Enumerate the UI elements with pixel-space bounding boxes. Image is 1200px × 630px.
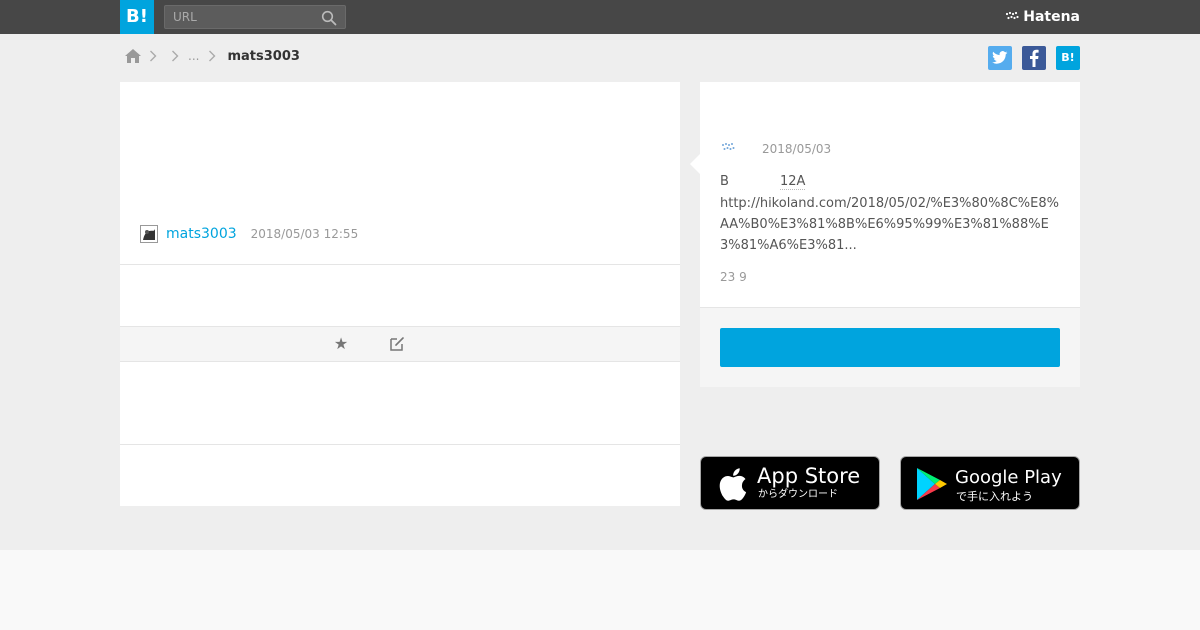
hatena-icon (1006, 11, 1019, 20)
site-favicon-icon (722, 143, 735, 150)
breadcrumb: ... mats3003 (124, 46, 300, 66)
app-store-badge[interactable]: App Store からダウンロード (700, 456, 880, 510)
bookmark-card: mats3003 2018/05/03 12:55 ★ (120, 82, 680, 506)
brand-label: Hatena (1023, 9, 1080, 25)
app-store-subtitle: からダウンロード (758, 489, 838, 500)
top-bar: B! Hatena (0, 0, 1200, 34)
entry-card-footer (700, 307, 1080, 387)
facebook-share-button[interactable] (1022, 46, 1046, 70)
edit-icon[interactable] (388, 335, 406, 353)
google-play-icon (917, 468, 947, 500)
entry-date: 2018/05/03 (762, 142, 832, 156)
bookmark-action-bar: ★ (120, 326, 680, 362)
bookmark-username-link[interactable]: mats3003 (166, 226, 237, 242)
avatar[interactable] (140, 225, 158, 243)
entry-title-prefix: B (720, 174, 729, 189)
entry-title-count[interactable]: 12A (780, 174, 806, 190)
card-pointer (690, 154, 700, 174)
chevron-right-icon (142, 46, 164, 66)
entry-title-link[interactable]: B 12A (720, 172, 1060, 192)
entry-card: 2018/05/03 B 12A http://hikoland.com/2018… (690, 82, 1080, 387)
search-box (164, 5, 346, 29)
google-play-badge[interactable]: Google Play で手に入れよう (900, 456, 1080, 510)
home-icon[interactable] (124, 47, 142, 65)
chevron-right-icon (201, 46, 223, 66)
chevron-right-icon (164, 46, 186, 66)
facebook-icon (1030, 49, 1039, 67)
breadcrumb-ellipsis[interactable]: ... (186, 49, 201, 63)
apple-icon (719, 468, 747, 501)
hatena-brand-link[interactable]: Hatena (1005, 7, 1080, 27)
breadcrumb-current: mats3003 (227, 48, 300, 64)
hatena-bookmark-logo[interactable]: B! (120, 0, 154, 34)
star-icon[interactable]: ★ (332, 335, 350, 353)
search-icon[interactable] (321, 10, 337, 26)
hatena-bookmark-share-button[interactable]: B! (1056, 46, 1080, 70)
google-play-title: Google Play (955, 467, 1062, 488)
entry-bookmark-count[interactable]: 23 9 (720, 269, 747, 285)
entry-url-link[interactable]: http://hikoland.com/2018/05/02/%E3%80%8C… (720, 193, 1060, 256)
app-store-title: App Store (757, 464, 861, 488)
search-input[interactable] (165, 6, 315, 28)
bookmark-timestamp[interactable]: 2018/05/03 12:55 (251, 227, 359, 241)
google-play-subtitle: で手に入れよう (956, 490, 1033, 503)
divider (120, 444, 680, 445)
twitter-share-button[interactable] (988, 46, 1012, 70)
entry-page-button[interactable] (720, 328, 1060, 367)
twitter-icon (992, 51, 1008, 64)
bookmark-user-row: mats3003 2018/05/03 12:55 (140, 224, 358, 244)
divider (120, 264, 680, 265)
